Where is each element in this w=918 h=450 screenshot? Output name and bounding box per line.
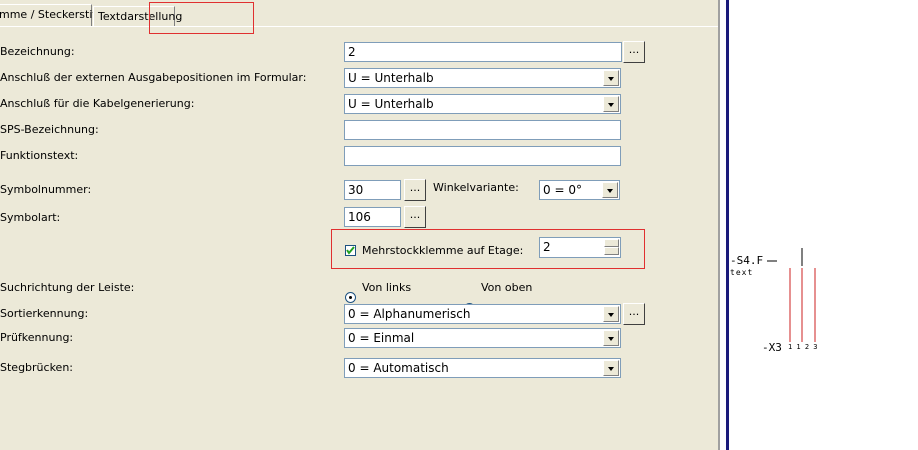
window-border: [726, 0, 729, 450]
spin-up-icon[interactable]: [604, 239, 619, 247]
symbolart-label: Symbolart:: [0, 211, 61, 224]
chevron-down-icon[interactable]: [603, 330, 619, 346]
chevron-down-icon[interactable]: [603, 96, 619, 112]
symbolnummer-label: Symbolnummer:: [0, 183, 92, 196]
sortierkennung-value: 0 = Alphanumerisch: [348, 307, 471, 321]
schematic-lines: [767, 248, 816, 342]
highlight-box-tab: [149, 2, 254, 34]
funktionstext-label: Funktionstext:: [0, 149, 79, 162]
symbolart-browse-button[interactable]: ...: [404, 206, 426, 228]
stegbruecken-label: Stegbrücken:: [0, 361, 73, 374]
suchrichtung-label: Suchrichtung der Leiste:: [0, 281, 135, 294]
bezeichnung-browse-button[interactable]: ...: [623, 41, 645, 63]
bezeichnung-label: Bezeichnung:: [0, 45, 75, 58]
stegbruecken-value: 0 = Automatisch: [348, 361, 449, 375]
symbolnummer-input[interactable]: 30: [344, 180, 401, 200]
sortierkennung-browse-button[interactable]: ...: [623, 303, 645, 325]
anschluss-kabel-select[interactable]: U = Unterhalb: [344, 94, 621, 114]
properties-dialog: mme / Steckerstift Textdarstellung Bezei…: [0, 0, 720, 450]
tab-label: mme / Steckerstift: [0, 8, 101, 21]
symbolart-input[interactable]: 106: [344, 207, 401, 227]
pruefkennung-value: 0 = Einmal: [348, 331, 415, 345]
mehrstock-label: Mehrstockklemme auf Etage:: [362, 244, 524, 257]
anschluss-ext-value: U = Unterhalb: [348, 71, 434, 85]
anschluss-ext-label: Anschluß der externen Ausgabepositionen …: [0, 71, 307, 84]
radio-von-oben-label: Von oben: [481, 281, 533, 294]
spin-down-icon[interactable]: [604, 247, 619, 255]
chevron-down-icon[interactable]: [603, 306, 619, 322]
mehrstock-value: 2: [543, 240, 551, 254]
chevron-down-icon[interactable]: [603, 70, 619, 86]
sps-label: SPS-Bezeichnung:: [0, 123, 99, 136]
anschluss-kabel-label: Anschluß für die Kabelgenerierung:: [0, 97, 195, 110]
winkel-select[interactable]: 0 = 0°: [539, 180, 620, 200]
winkel-value: 0 = 0°: [543, 183, 582, 197]
sps-input[interactable]: [344, 120, 621, 140]
radio-von-links-label: Von links: [362, 281, 412, 294]
tab-klemme-steckerstift[interactable]: mme / Steckerstift: [0, 4, 100, 26]
mehrstock-spinner[interactable]: 2: [539, 237, 621, 258]
anschluss-kabel-value: U = Unterhalb: [348, 97, 434, 111]
tab-divider: [0, 26, 720, 27]
funktionstext-input[interactable]: [344, 146, 621, 166]
spin-buttons[interactable]: [604, 239, 619, 255]
schematic-canvas: -S4.F text -X3 1 1 2 3: [730, 0, 918, 450]
dialog-edge: [718, 0, 720, 450]
pruefkennung-label: Prüfkennung:: [0, 331, 74, 344]
symbolnummer-browse-button[interactable]: ...: [404, 179, 426, 201]
bezeichnung-input[interactable]: 2: [344, 42, 622, 62]
chevron-down-icon[interactable]: [602, 182, 618, 198]
radio-von-links[interactable]: [345, 292, 356, 303]
winkel-label: Winkelvariante:: [433, 181, 519, 194]
mehrstock-checkbox[interactable]: [345, 245, 356, 256]
chevron-down-icon[interactable]: [603, 360, 619, 376]
sortierkennung-select[interactable]: 0 = Alphanumerisch: [344, 304, 621, 324]
pruefkennung-select[interactable]: 0 = Einmal: [344, 328, 621, 348]
stegbruecken-select[interactable]: 0 = Automatisch: [344, 358, 621, 378]
sortierkennung-label: Sortierkennung:: [0, 307, 89, 320]
anschluss-ext-select[interactable]: U = Unterhalb: [344, 68, 621, 88]
checkmark-icon: [346, 246, 355, 255]
